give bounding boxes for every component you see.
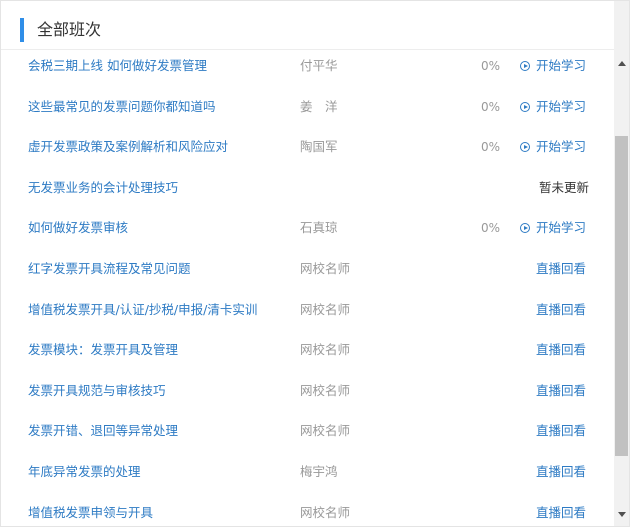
action-label: 开始学习	[535, 220, 586, 236]
teacher-name: 网校名师	[300, 260, 351, 276]
teacher-name: 网校名师	[300, 342, 351, 358]
teacher-name: 石真琼	[300, 220, 338, 236]
scroll-up-arrow-icon[interactable]	[618, 61, 626, 66]
progress-percent: 0%	[480, 59, 500, 73]
play-circle-icon	[519, 142, 530, 153]
live-replay-button[interactable]: 直播回看	[536, 302, 586, 318]
course-row: 无发票业务的会计处理技巧 暂未更新	[1, 167, 616, 208]
progress-percent: 0%	[480, 140, 500, 155]
start-learning-button[interactable]: 开始学习	[519, 58, 586, 74]
teacher-name: 梅宇鸿	[300, 463, 338, 479]
course-title-link[interactable]: 增值税发票申领与开具	[28, 505, 153, 521]
progress-percent: 0%	[480, 221, 500, 236]
action-label: 直播回看	[535, 260, 586, 276]
course-title-link[interactable]: 增值税发票开具/认证/抄税/申报/清卡实训	[28, 302, 257, 318]
teacher-name: 姜 洋	[300, 98, 338, 114]
panel-header: 全部班次	[1, 1, 616, 50]
course-title-link[interactable]: 发票模块：发票开具及管理	[28, 342, 178, 358]
action-label: 开始学习	[535, 98, 586, 114]
action-label: 开始学习	[535, 139, 586, 155]
teacher-name: 付平华	[300, 58, 338, 73]
course-row: 发票开具规范与审核技巧 网校名师 直播回看	[1, 370, 616, 411]
play-circle-icon	[519, 223, 530, 234]
scroll-down-arrow-icon[interactable]	[618, 512, 626, 517]
action-label: 开始学习	[535, 58, 586, 73]
course-row: 发票开错、退回等异常处理 网校名师 直播回看	[1, 410, 616, 451]
start-learning-button[interactable]: 开始学习	[519, 139, 586, 155]
header-accent-bar	[20, 18, 24, 42]
live-replay-button[interactable]: 直播回看	[536, 505, 586, 521]
play-circle-icon	[519, 61, 530, 71]
course-title-link[interactable]: 会税三期上线 如何做好发票管理	[28, 58, 207, 74]
course-row: 发票模块：发票开具及管理 网校名师 直播回看	[1, 329, 616, 370]
teacher-name: 网校名师	[300, 301, 351, 317]
course-title-link[interactable]: 这些最常见的发票问题你都知道吗	[28, 99, 216, 115]
course-title-link[interactable]: 无发票业务的会计处理技巧	[28, 180, 178, 196]
course-row: 增值税发票申领与开具 网校名师 直播回看	[1, 492, 616, 526]
teacher-name: 网校名师	[300, 382, 351, 398]
action-label: 直播回看	[535, 301, 586, 317]
not-updated-status: 暂未更新	[539, 180, 589, 196]
vertical-scrollbar[interactable]	[614, 1, 629, 526]
course-title-link[interactable]: 如何做好发票审核	[28, 220, 128, 236]
course-title-link[interactable]: 红字发票开具流程及常见问题	[28, 261, 191, 277]
class-list-panel: 全部班次 会税三期上线 如何做好发票管理 付平华 0% 开始学习 这些最常见的发票问题你…	[0, 0, 630, 527]
progress-percent: 0%	[480, 99, 500, 114]
panel-title: 全部班次	[37, 20, 102, 39]
live-replay-button[interactable]: 直播回看	[536, 464, 586, 480]
play-circle-icon	[519, 101, 530, 112]
live-replay-button[interactable]: 直播回看	[536, 342, 586, 358]
action-label: 直播回看	[535, 423, 586, 439]
course-title-link[interactable]: 发票开具规范与审核技巧	[28, 383, 166, 399]
start-learning-button[interactable]: 开始学习	[519, 98, 586, 115]
course-row: 年底异常发票的处理 梅宇鸿 直播回看	[1, 451, 616, 492]
course-list: 会税三期上线 如何做好发票管理 付平华 0% 开始学习 这些最常见的发票问题你都知道吗姜…	[1, 45, 616, 526]
course-row: 虚开发票政策及案例解析和风险应对 陶国军 0% 开始学习	[1, 126, 616, 167]
start-learning-button[interactable]: 开始学习	[519, 220, 586, 236]
course-row: 如何做好发票审核 石真琼 0% 开始学习	[1, 207, 616, 248]
teacher-name: 网校名师	[300, 423, 351, 439]
live-replay-button[interactable]: 直播回看	[536, 261, 586, 277]
course-title-link[interactable]: 虚开发票政策及案例解析和风险应对	[28, 139, 228, 155]
teacher-name: 网校名师	[300, 504, 351, 520]
course-row: 红字发票开具流程及常见问题 网校名师 直播回看	[1, 248, 616, 289]
live-replay-button[interactable]: 直播回看	[536, 423, 586, 439]
course-title-link[interactable]: 年底异常发票的处理	[28, 464, 141, 480]
action-label: 直播回看	[535, 504, 586, 520]
course-row: 增值税发票开具/认证/抄税/申报/清卡实训 网校名师 直播回看	[1, 289, 616, 330]
course-title-link[interactable]: 发票开错、退回等异常处理	[28, 423, 178, 439]
course-row: 会税三期上线 如何做好发票管理 付平华 0% 开始学习	[1, 45, 616, 86]
action-label: 直播回看	[535, 342, 586, 358]
action-label: 直播回看	[535, 382, 586, 398]
scrollbar-thumb[interactable]	[615, 136, 628, 456]
teacher-name: 陶国军	[300, 139, 338, 155]
action-label: 直播回看	[535, 463, 586, 479]
live-replay-button[interactable]: 直播回看	[536, 383, 586, 399]
action-label: 暂未更新	[538, 179, 589, 195]
course-row: 这些最常见的发票问题你都知道吗 姜 洋 0% 开始学习	[1, 86, 616, 127]
